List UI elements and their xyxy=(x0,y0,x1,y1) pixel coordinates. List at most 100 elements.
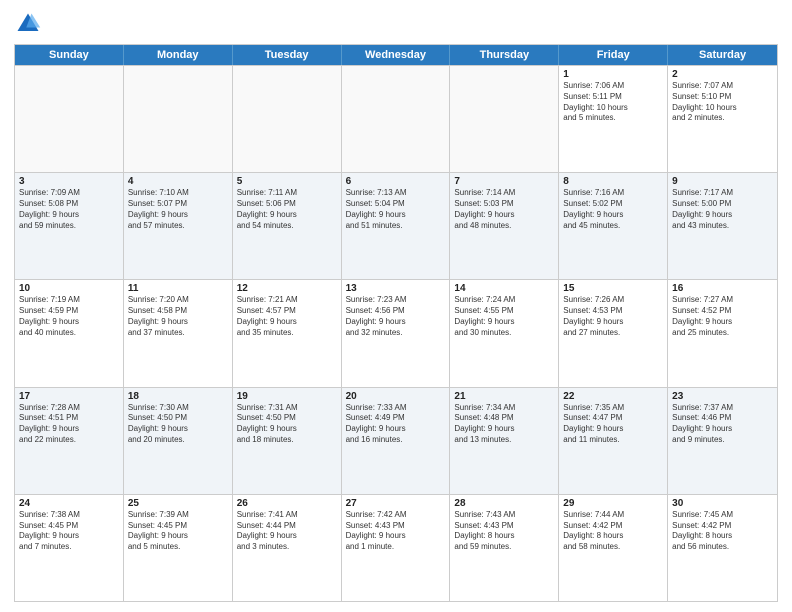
day-number: 20 xyxy=(346,391,446,402)
day-number: 2 xyxy=(672,69,773,80)
day-cell-16: 16Sunrise: 7:27 AM Sunset: 4:52 PM Dayli… xyxy=(668,280,777,386)
day-cell-5: 5Sunrise: 7:11 AM Sunset: 5:06 PM Daylig… xyxy=(233,173,342,279)
day-cell-11: 11Sunrise: 7:20 AM Sunset: 4:58 PM Dayli… xyxy=(124,280,233,386)
day-cell-29: 29Sunrise: 7:44 AM Sunset: 4:42 PM Dayli… xyxy=(559,495,668,601)
calendar-row-1: 3Sunrise: 7:09 AM Sunset: 5:08 PM Daylig… xyxy=(15,172,777,279)
day-number: 26 xyxy=(237,498,337,509)
day-info: Sunrise: 7:43 AM Sunset: 4:43 PM Dayligh… xyxy=(454,510,554,553)
day-number: 23 xyxy=(672,391,773,402)
day-number: 5 xyxy=(237,176,337,187)
header-day-friday: Friday xyxy=(559,45,668,65)
day-number: 7 xyxy=(454,176,554,187)
day-info: Sunrise: 7:26 AM Sunset: 4:53 PM Dayligh… xyxy=(563,295,663,338)
header xyxy=(14,10,778,38)
day-cell-7: 7Sunrise: 7:14 AM Sunset: 5:03 PM Daylig… xyxy=(450,173,559,279)
day-number: 1 xyxy=(563,69,663,80)
header-day-wednesday: Wednesday xyxy=(342,45,451,65)
day-number: 25 xyxy=(128,498,228,509)
day-info: Sunrise: 7:20 AM Sunset: 4:58 PM Dayligh… xyxy=(128,295,228,338)
calendar: SundayMondayTuesdayWednesdayThursdayFrid… xyxy=(14,44,778,602)
day-number: 19 xyxy=(237,391,337,402)
day-cell-8: 8Sunrise: 7:16 AM Sunset: 5:02 PM Daylig… xyxy=(559,173,668,279)
day-cell-4: 4Sunrise: 7:10 AM Sunset: 5:07 PM Daylig… xyxy=(124,173,233,279)
day-cell-9: 9Sunrise: 7:17 AM Sunset: 5:00 PM Daylig… xyxy=(668,173,777,279)
day-number: 10 xyxy=(19,283,119,294)
day-cell-1: 1Sunrise: 7:06 AM Sunset: 5:11 PM Daylig… xyxy=(559,66,668,172)
day-cell-20: 20Sunrise: 7:33 AM Sunset: 4:49 PM Dayli… xyxy=(342,388,451,494)
day-info: Sunrise: 7:34 AM Sunset: 4:48 PM Dayligh… xyxy=(454,403,554,446)
day-number: 27 xyxy=(346,498,446,509)
day-number: 24 xyxy=(19,498,119,509)
day-info: Sunrise: 7:39 AM Sunset: 4:45 PM Dayligh… xyxy=(128,510,228,553)
day-info: Sunrise: 7:30 AM Sunset: 4:50 PM Dayligh… xyxy=(128,403,228,446)
day-info: Sunrise: 7:21 AM Sunset: 4:57 PM Dayligh… xyxy=(237,295,337,338)
header-day-thursday: Thursday xyxy=(450,45,559,65)
calendar-header: SundayMondayTuesdayWednesdayThursdayFrid… xyxy=(15,45,777,65)
day-info: Sunrise: 7:11 AM Sunset: 5:06 PM Dayligh… xyxy=(237,188,337,231)
day-info: Sunrise: 7:06 AM Sunset: 5:11 PM Dayligh… xyxy=(563,81,663,124)
day-cell-2: 2Sunrise: 7:07 AM Sunset: 5:10 PM Daylig… xyxy=(668,66,777,172)
day-info: Sunrise: 7:23 AM Sunset: 4:56 PM Dayligh… xyxy=(346,295,446,338)
day-info: Sunrise: 7:09 AM Sunset: 5:08 PM Dayligh… xyxy=(19,188,119,231)
logo xyxy=(14,10,46,38)
day-number: 12 xyxy=(237,283,337,294)
day-cell-10: 10Sunrise: 7:19 AM Sunset: 4:59 PM Dayli… xyxy=(15,280,124,386)
day-info: Sunrise: 7:28 AM Sunset: 4:51 PM Dayligh… xyxy=(19,403,119,446)
day-number: 4 xyxy=(128,176,228,187)
day-cell-25: 25Sunrise: 7:39 AM Sunset: 4:45 PM Dayli… xyxy=(124,495,233,601)
calendar-row-0: 1Sunrise: 7:06 AM Sunset: 5:11 PM Daylig… xyxy=(15,65,777,172)
empty-cell xyxy=(233,66,342,172)
page: SundayMondayTuesdayWednesdayThursdayFrid… xyxy=(0,0,792,612)
empty-cell xyxy=(124,66,233,172)
day-number: 16 xyxy=(672,283,773,294)
day-number: 30 xyxy=(672,498,773,509)
day-info: Sunrise: 7:14 AM Sunset: 5:03 PM Dayligh… xyxy=(454,188,554,231)
day-cell-24: 24Sunrise: 7:38 AM Sunset: 4:45 PM Dayli… xyxy=(15,495,124,601)
day-number: 22 xyxy=(563,391,663,402)
day-cell-22: 22Sunrise: 7:35 AM Sunset: 4:47 PM Dayli… xyxy=(559,388,668,494)
day-info: Sunrise: 7:19 AM Sunset: 4:59 PM Dayligh… xyxy=(19,295,119,338)
empty-cell xyxy=(15,66,124,172)
day-number: 11 xyxy=(128,283,228,294)
day-cell-27: 27Sunrise: 7:42 AM Sunset: 4:43 PM Dayli… xyxy=(342,495,451,601)
header-day-tuesday: Tuesday xyxy=(233,45,342,65)
day-number: 15 xyxy=(563,283,663,294)
day-info: Sunrise: 7:38 AM Sunset: 4:45 PM Dayligh… xyxy=(19,510,119,553)
calendar-row-4: 24Sunrise: 7:38 AM Sunset: 4:45 PM Dayli… xyxy=(15,494,777,601)
empty-cell xyxy=(450,66,559,172)
day-info: Sunrise: 7:45 AM Sunset: 4:42 PM Dayligh… xyxy=(672,510,773,553)
day-info: Sunrise: 7:44 AM Sunset: 4:42 PM Dayligh… xyxy=(563,510,663,553)
day-cell-13: 13Sunrise: 7:23 AM Sunset: 4:56 PM Dayli… xyxy=(342,280,451,386)
day-cell-15: 15Sunrise: 7:26 AM Sunset: 4:53 PM Dayli… xyxy=(559,280,668,386)
day-info: Sunrise: 7:41 AM Sunset: 4:44 PM Dayligh… xyxy=(237,510,337,553)
logo-icon xyxy=(14,10,42,38)
day-cell-14: 14Sunrise: 7:24 AM Sunset: 4:55 PM Dayli… xyxy=(450,280,559,386)
day-number: 14 xyxy=(454,283,554,294)
calendar-body: 1Sunrise: 7:06 AM Sunset: 5:11 PM Daylig… xyxy=(15,65,777,601)
day-info: Sunrise: 7:27 AM Sunset: 4:52 PM Dayligh… xyxy=(672,295,773,338)
day-number: 18 xyxy=(128,391,228,402)
empty-cell xyxy=(342,66,451,172)
day-cell-26: 26Sunrise: 7:41 AM Sunset: 4:44 PM Dayli… xyxy=(233,495,342,601)
day-number: 6 xyxy=(346,176,446,187)
day-number: 9 xyxy=(672,176,773,187)
day-info: Sunrise: 7:31 AM Sunset: 4:50 PM Dayligh… xyxy=(237,403,337,446)
day-cell-6: 6Sunrise: 7:13 AM Sunset: 5:04 PM Daylig… xyxy=(342,173,451,279)
calendar-row-3: 17Sunrise: 7:28 AM Sunset: 4:51 PM Dayli… xyxy=(15,387,777,494)
day-cell-30: 30Sunrise: 7:45 AM Sunset: 4:42 PM Dayli… xyxy=(668,495,777,601)
day-info: Sunrise: 7:33 AM Sunset: 4:49 PM Dayligh… xyxy=(346,403,446,446)
header-day-saturday: Saturday xyxy=(668,45,777,65)
day-info: Sunrise: 7:13 AM Sunset: 5:04 PM Dayligh… xyxy=(346,188,446,231)
day-cell-12: 12Sunrise: 7:21 AM Sunset: 4:57 PM Dayli… xyxy=(233,280,342,386)
day-cell-18: 18Sunrise: 7:30 AM Sunset: 4:50 PM Dayli… xyxy=(124,388,233,494)
day-cell-23: 23Sunrise: 7:37 AM Sunset: 4:46 PM Dayli… xyxy=(668,388,777,494)
day-number: 3 xyxy=(19,176,119,187)
day-cell-21: 21Sunrise: 7:34 AM Sunset: 4:48 PM Dayli… xyxy=(450,388,559,494)
day-number: 21 xyxy=(454,391,554,402)
day-info: Sunrise: 7:07 AM Sunset: 5:10 PM Dayligh… xyxy=(672,81,773,124)
day-info: Sunrise: 7:16 AM Sunset: 5:02 PM Dayligh… xyxy=(563,188,663,231)
day-cell-28: 28Sunrise: 7:43 AM Sunset: 4:43 PM Dayli… xyxy=(450,495,559,601)
day-info: Sunrise: 7:42 AM Sunset: 4:43 PM Dayligh… xyxy=(346,510,446,553)
day-info: Sunrise: 7:10 AM Sunset: 5:07 PM Dayligh… xyxy=(128,188,228,231)
header-day-sunday: Sunday xyxy=(15,45,124,65)
